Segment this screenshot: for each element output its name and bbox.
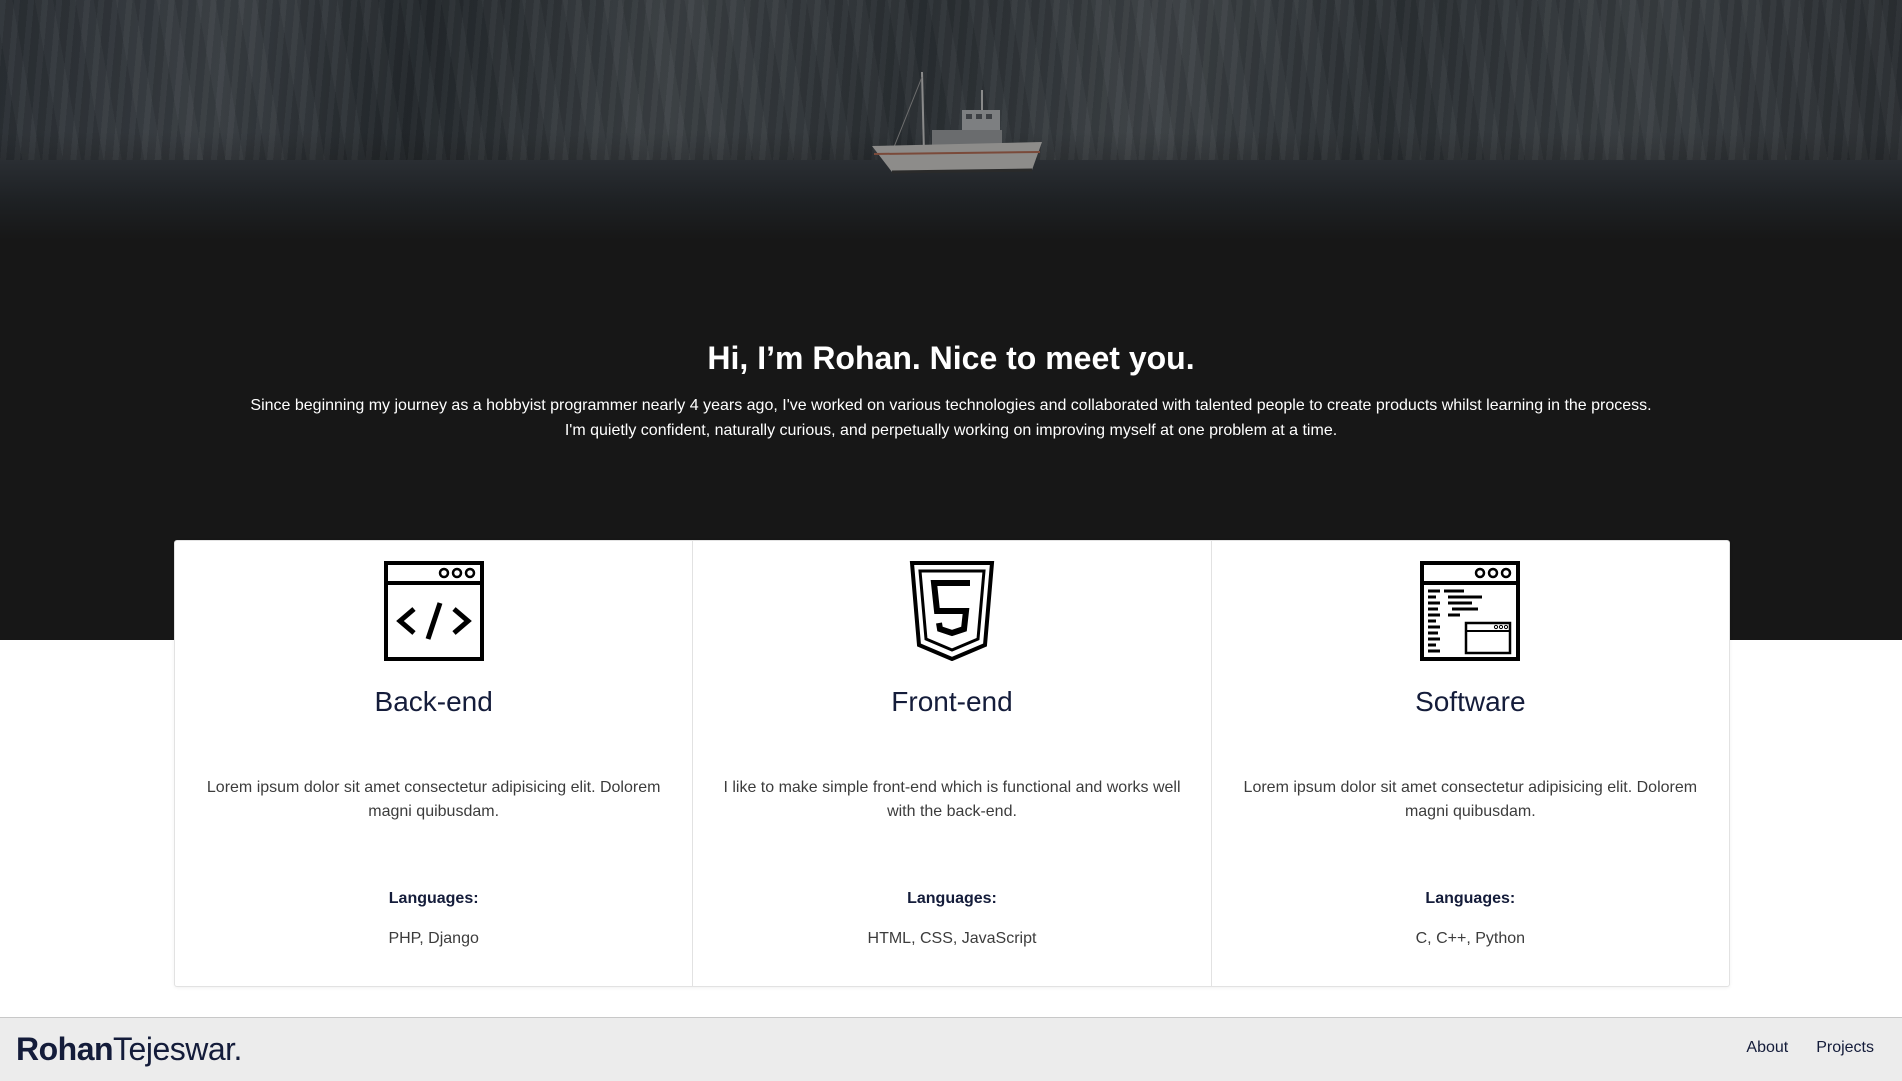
boat-image xyxy=(872,71,1042,174)
nav-link-about[interactable]: About xyxy=(1746,1039,1788,1057)
skills-cards: Back-end Lorem ipsum dolor sit amet cons… xyxy=(174,540,1730,987)
card-title: Front-end xyxy=(891,686,1013,717)
bottom-navbar: RohanTejeswar. About Projects xyxy=(0,1017,1902,1081)
card-title: Software xyxy=(1415,686,1526,717)
html5-icon xyxy=(909,561,995,661)
languages-label: Languages: xyxy=(1425,890,1516,907)
intro-line: I'm quietly confident, naturally curious… xyxy=(564,422,1338,439)
languages-label: Languages: xyxy=(388,890,479,907)
languages-list: PHP, Django xyxy=(388,930,479,947)
languages-list: C, C++, Python xyxy=(1415,930,1526,947)
nav-link-projects[interactable]: Projects xyxy=(1816,1039,1874,1057)
card-description: I like to make simple front-end which is… xyxy=(723,779,1181,820)
brand-logo[interactable]: RohanTejeswar. xyxy=(16,1031,242,1068)
languages-label: Languages: xyxy=(907,890,997,907)
nav-links: About Projects xyxy=(1746,1039,1874,1057)
code-window-icon xyxy=(383,561,484,661)
skill-card-backend: Back-end Lorem ipsum dolor sit amet cons… xyxy=(175,541,694,986)
languages-list: HTML, CSS, JavaScript xyxy=(867,930,1037,947)
software-window-icon xyxy=(1420,561,1521,661)
brand-first-name: Rohan xyxy=(16,1031,114,1067)
intro-line: Since beginning my journey as a hobbyist… xyxy=(250,397,1652,414)
skill-card-frontend: Front-end I like to make simple front-en… xyxy=(693,541,1212,986)
skill-card-software: Software Lorem ipsum dolor sit amet cons… xyxy=(1212,541,1729,986)
intro-title: Hi, I’m Rohan. Nice to meet you. xyxy=(707,340,1195,376)
intro-text: Since beginning my journey as a hobbyist… xyxy=(0,393,1902,443)
card-description: Lorem ipsum dolor sit amet consectetur a… xyxy=(206,779,661,820)
hero-background-image xyxy=(0,0,1902,240)
card-description: Lorem ipsum dolor sit amet consectetur a… xyxy=(1243,779,1698,820)
card-title: Back-end xyxy=(374,686,493,717)
brand-last-name: Tejeswar. xyxy=(113,1031,242,1067)
